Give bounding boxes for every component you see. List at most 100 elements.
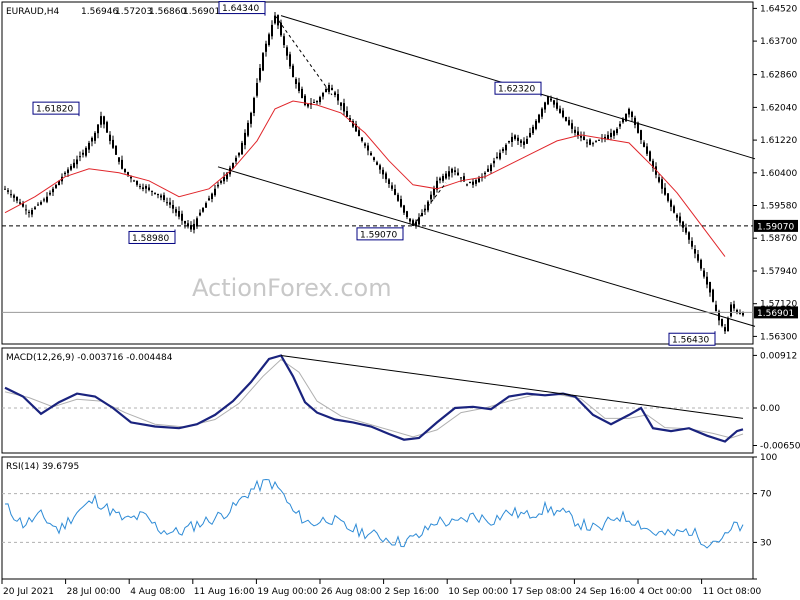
price-axis-label: 1.63700 — [760, 37, 797, 47]
candle-body — [439, 178, 441, 181]
candle-body — [691, 240, 693, 247]
x-axis-label: 19 Aug 00:00 — [257, 587, 318, 597]
candle-body — [616, 128, 618, 134]
candle-body — [529, 132, 531, 138]
candle-body — [145, 186, 147, 189]
candle-body — [667, 193, 669, 201]
candle-body — [517, 137, 519, 141]
candle-body — [142, 187, 144, 189]
candle-body — [211, 193, 213, 199]
candle-body — [67, 169, 69, 173]
candle-body — [478, 178, 480, 183]
candle-body — [286, 47, 288, 56]
candle-body — [256, 83, 258, 96]
header-close: 1.56901 — [183, 7, 220, 17]
candle-body — [532, 126, 534, 134]
candle-body — [613, 130, 615, 136]
macd-title: MACD(12,26,9) -0.003716 -0.004484 — [6, 353, 173, 363]
candle-body — [535, 120, 537, 129]
candle-body — [364, 143, 366, 146]
candle-body — [316, 101, 318, 103]
candle-body — [325, 89, 327, 92]
candle-body — [562, 110, 564, 117]
candle-body — [637, 122, 639, 133]
candle-body — [85, 147, 87, 156]
candle-body — [208, 198, 210, 201]
price-annotation: 1.56430 — [668, 331, 716, 346]
candle-body — [709, 282, 711, 293]
candle-body — [238, 152, 240, 156]
annotation-label: 1.62320 — [498, 85, 535, 95]
x-axis-label: 2 Sep 16:00 — [385, 587, 440, 597]
candle-body — [301, 88, 303, 98]
annotation-label: 1.59070 — [360, 230, 397, 240]
candle-body — [559, 108, 561, 113]
candle-body — [88, 142, 90, 150]
candle-body — [277, 15, 279, 26]
macd-axis-label: 0.00 — [760, 404, 780, 414]
candle-body — [334, 92, 336, 95]
candle-body — [583, 136, 585, 141]
candle-body — [235, 157, 237, 162]
candle-body — [505, 144, 507, 151]
candle-body — [313, 102, 315, 103]
candle-body — [244, 132, 246, 146]
candle-body — [115, 145, 117, 155]
candle-body — [379, 165, 381, 170]
candle-body — [10, 194, 12, 196]
candle-body — [673, 206, 675, 213]
candle-body — [220, 180, 222, 183]
candle-body — [457, 172, 459, 176]
candle-body — [679, 216, 681, 223]
candle-body — [418, 217, 420, 225]
candle-body — [451, 168, 453, 173]
candle-body — [727, 317, 729, 332]
x-axis-label: 20 Jul 2021 — [3, 587, 54, 597]
price-axis-label: 1.58760 — [760, 234, 797, 244]
candle-body — [607, 134, 609, 140]
candle-body — [343, 103, 345, 112]
x-axis-label: 10 Sep 00:00 — [448, 587, 508, 597]
candle-body — [175, 209, 177, 213]
candle-body — [523, 141, 525, 145]
candle-body — [37, 204, 39, 206]
candle-body — [370, 152, 372, 156]
candle-body — [742, 312, 744, 316]
candle-body — [391, 185, 393, 189]
candle-body — [253, 98, 255, 113]
candle-body — [151, 190, 153, 192]
candle-body — [454, 170, 456, 172]
annotation-label: 1.61820 — [36, 105, 73, 115]
candle-body — [712, 289, 714, 302]
candle-body — [493, 160, 495, 164]
candle-body — [124, 168, 126, 172]
candle-body — [130, 176, 132, 179]
candle-body — [733, 304, 735, 309]
candle-body — [64, 172, 66, 175]
candle-body — [388, 179, 390, 184]
candle-body — [646, 146, 648, 154]
candle-body — [406, 211, 408, 218]
candle-body — [631, 111, 633, 117]
candle-body — [649, 151, 651, 161]
candle-body — [619, 123, 621, 127]
candle-body — [430, 194, 432, 200]
candle-body — [694, 249, 696, 254]
candle-body — [400, 199, 402, 207]
x-axis-label: 11 Oct 08:00 — [703, 587, 762, 597]
price-annotation: 1.62320 — [494, 81, 542, 97]
price-axis-label: 1.62860 — [760, 71, 797, 81]
price-axis-label: 1.57940 — [760, 267, 797, 277]
candle-body — [487, 168, 489, 172]
candle-body — [460, 177, 462, 179]
candle-body — [136, 180, 138, 185]
price-header: EURAUD,H4 1.56946 1.57203 1.56860 1.5690… — [6, 7, 220, 17]
candle-body — [280, 22, 282, 36]
candle-body — [346, 111, 348, 117]
candle-body — [574, 129, 576, 133]
candle-body — [331, 87, 333, 90]
candle-body — [634, 117, 636, 125]
price-annotation: 1.59070 — [356, 225, 404, 241]
candle-body — [268, 34, 270, 45]
candle-body — [448, 171, 450, 177]
